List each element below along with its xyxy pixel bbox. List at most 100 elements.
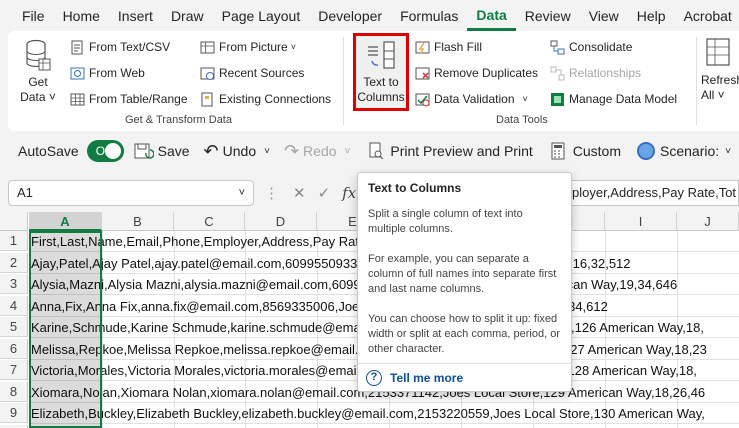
ribbon-separator [343, 37, 344, 125]
menu-tab-draw[interactable]: Draw [162, 0, 213, 31]
chevron-down-icon[interactable]: ˅ [239, 181, 245, 205]
scenario-label: Scenario: [660, 143, 720, 159]
save-label: Save [157, 143, 190, 159]
column-header-b[interactable]: B [102, 212, 174, 231]
relationships-icon [550, 66, 565, 81]
data-validation-label: Data Validation [434, 92, 515, 106]
menu-tab-insert[interactable]: Insert [109, 0, 162, 31]
row-header[interactable]: 4 [0, 295, 28, 316]
recent-sources-button[interactable]: Recent Sources [200, 63, 304, 83]
confirm-icon[interactable]: ✓ [318, 184, 331, 202]
from-text-csv-label: From Text/CSV [89, 40, 171, 54]
row-header[interactable]: 9 [0, 403, 28, 423]
text-to-columns-label: Text to Columns [357, 75, 405, 104]
ribbon: Get Data ˅ From Text/CSV From Web From Ta… [8, 31, 739, 131]
print-preview-icon [369, 142, 384, 160]
from-web-label: From Web [89, 66, 145, 80]
remove-duplicates-icon [415, 66, 430, 81]
existing-connections-button[interactable]: Existing Connections [200, 89, 331, 109]
chevron-down-icon: ˅ [344, 145, 351, 157]
column-header-c[interactable]: C [174, 212, 245, 231]
globe-icon [70, 66, 85, 81]
row-header[interactable]: 7 [0, 360, 28, 380]
row-header[interactable]: 8 [0, 381, 28, 402]
menu-tab-review[interactable]: Review [516, 0, 580, 31]
consolidate-button[interactable]: Consolidate [550, 37, 632, 57]
row-header[interactable]: 10 [0, 424, 28, 428]
scenario-button[interactable]: Scenario: ˅ [637, 142, 731, 160]
toggle-knob [104, 143, 121, 159]
row-header[interactable]: 3 [0, 274, 28, 294]
cancel-icon[interactable]: ✕ [293, 184, 306, 202]
menu-tab-acrobat[interactable]: Acrobat [675, 0, 739, 31]
data-tools-group-label: Data Tools [496, 114, 548, 126]
relationships-label: Relationships [569, 66, 642, 80]
chevron-down-icon: ˅ [290, 42, 296, 52]
menu-tab-file[interactable]: File [13, 0, 54, 31]
menu-tab-home[interactable]: Home [54, 0, 109, 31]
save-button[interactable]: Save [132, 141, 190, 161]
menu-tab-view[interactable]: View [580, 0, 628, 31]
text-to-columns-tooltip: Text to Columns Split a single column of… [357, 172, 572, 392]
data-validation-icon [415, 92, 430, 107]
table-row[interactable]: Jorge,Sturiale,Jorge Sturiale,jorge.stur… [29, 425, 739, 428]
menu-tab-data[interactable]: Data [467, 0, 516, 31]
row-header[interactable]: 6 [0, 338, 28, 359]
row-header[interactable]: 2 [0, 252, 28, 273]
undo-button[interactable]: ↶ Undo ˅ [204, 141, 270, 162]
from-picture-button[interactable]: From Picture ˅ [200, 37, 296, 57]
from-table-range-label: From Table/Range [89, 92, 188, 106]
database-icon [26, 39, 51, 71]
from-picture-label: From Picture [219, 40, 288, 54]
autosave-toggle[interactable]: On [86, 140, 124, 162]
from-table-range-button[interactable]: From Table/Range [70, 89, 188, 109]
tooltip-title: Text to Columns [368, 181, 462, 195]
menu-tab-page-layout[interactable]: Page Layout [213, 0, 310, 31]
table-row[interactable]: Elizabeth,Buckley,Elizabeth Buckley,eliz… [29, 403, 739, 424]
remove-duplicates-button[interactable]: Remove Duplicates [415, 63, 538, 83]
from-web-button[interactable]: From Web [70, 63, 145, 83]
chevron-down-icon: ˅ [522, 94, 528, 104]
menu-tab-formulas[interactable]: Formulas [391, 0, 467, 31]
undo-icon: ↶ [203, 140, 219, 161]
column-header-a[interactable]: A [29, 212, 102, 231]
drag-handle-icon[interactable]: ⋮ [264, 184, 279, 202]
relationships-button[interactable]: Relationships [550, 63, 641, 83]
text-to-columns-button[interactable]: Text to Columns [353, 33, 409, 111]
insert-function-button[interactable]: fx [342, 184, 356, 202]
existing-connections-label: Existing Connections [219, 92, 332, 106]
ribbon-separator [696, 37, 697, 125]
print-preview-label: Print Preview and Print [390, 143, 533, 159]
table-icon [70, 92, 85, 107]
column-header-i[interactable]: I [605, 212, 677, 231]
tell-me-more-link[interactable]: ? Tell me more [358, 363, 571, 392]
column-header-j[interactable]: J [677, 212, 739, 231]
data-validation-button[interactable]: Data Validation ˅ [415, 89, 528, 109]
row-header[interactable]: 5 [0, 317, 28, 337]
row-header[interactable]: 1 [0, 231, 28, 251]
formula-input[interactable]: ployer,Address,Pay Rate,Tot [572, 180, 739, 206]
consolidate-label: Consolidate [569, 40, 633, 54]
chevron-down-icon: ˅ [264, 145, 270, 157]
select-all-corner[interactable] [0, 212, 28, 231]
formula-controls: ⋮ ✕ ✓ fx [262, 180, 357, 206]
from-text-csv-button[interactable]: From Text/CSV [70, 37, 170, 57]
name-box[interactable]: A1 ˅ [8, 180, 254, 206]
redo-button[interactable]: ↷ Redo ˅ [284, 141, 350, 162]
menu-tab-help[interactable]: Help [628, 0, 675, 31]
manage-data-model-button[interactable]: Manage Data Model [550, 89, 677, 109]
column-header-d[interactable]: D [245, 212, 317, 231]
remove-duplicates-label: Remove Duplicates [434, 66, 539, 80]
calculator-icon [551, 142, 565, 160]
undo-label: Undo [222, 143, 257, 159]
refresh-all-button[interactable]: Refresh All ˅ [701, 37, 739, 103]
print-preview-button[interactable]: Print Preview and Print [366, 141, 533, 161]
redo-icon: ↷ [283, 140, 300, 161]
flash-fill-button[interactable]: Flash Fill [415, 37, 482, 57]
get-data-button[interactable]: Get Data ˅ [20, 39, 56, 105]
menu-tab-developer[interactable]: Developer [309, 0, 391, 31]
save-icon [134, 143, 154, 159]
cell-reference: A1 [17, 185, 33, 200]
scenario-icon [637, 142, 655, 160]
custom-button[interactable]: Custom [549, 141, 621, 161]
